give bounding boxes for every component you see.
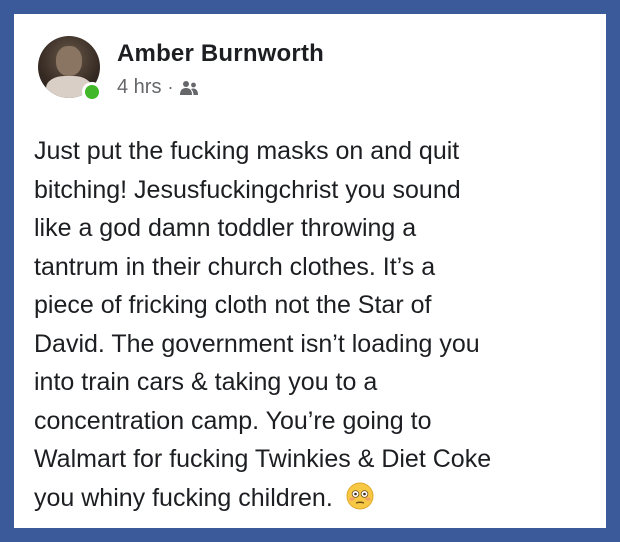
post-line: concentration camp. You’re going to — [34, 406, 432, 435]
friends-icon[interactable] — [179, 80, 199, 96]
post-line: tantrum in their church clothes. It’s a — [34, 252, 436, 281]
post-card: Amber Burnworth 4 hrs · Just put the fuc… — [14, 14, 606, 528]
post-line: into train cars & taking you to a — [34, 368, 378, 396]
online-status-indicator — [82, 82, 102, 102]
post-line: Walmart for fucking Twinkies & Diet Coke — [34, 445, 492, 473]
post-line: piece of fricking cloth not the Star of — [34, 291, 432, 319]
author-name[interactable]: Amber Burnworth — [117, 40, 324, 68]
post-line: like a god damn toddler throwing a — [34, 214, 417, 242]
post-last-line-wrap: you whiny fucking children. — [34, 479, 600, 518]
post-meta: 4 hrs · — [117, 76, 199, 99]
post-line: Just put the fucking masks on and quit — [34, 137, 460, 165]
post-line: David. The government isn’t loading you — [34, 329, 480, 358]
meta-separator: · — [167, 77, 174, 97]
post-line: you whiny fucking children. — [34, 483, 333, 512]
post-line: bitching! Jesusfuckingchrist you sound — [34, 175, 461, 204]
profile-avatar[interactable] — [38, 36, 102, 102]
post-body: Just put the fucking masks on and quit b… — [34, 132, 600, 517]
flushed-face-emoji-icon — [346, 482, 374, 509]
post-timestamp[interactable]: 4 hrs — [117, 76, 161, 99]
